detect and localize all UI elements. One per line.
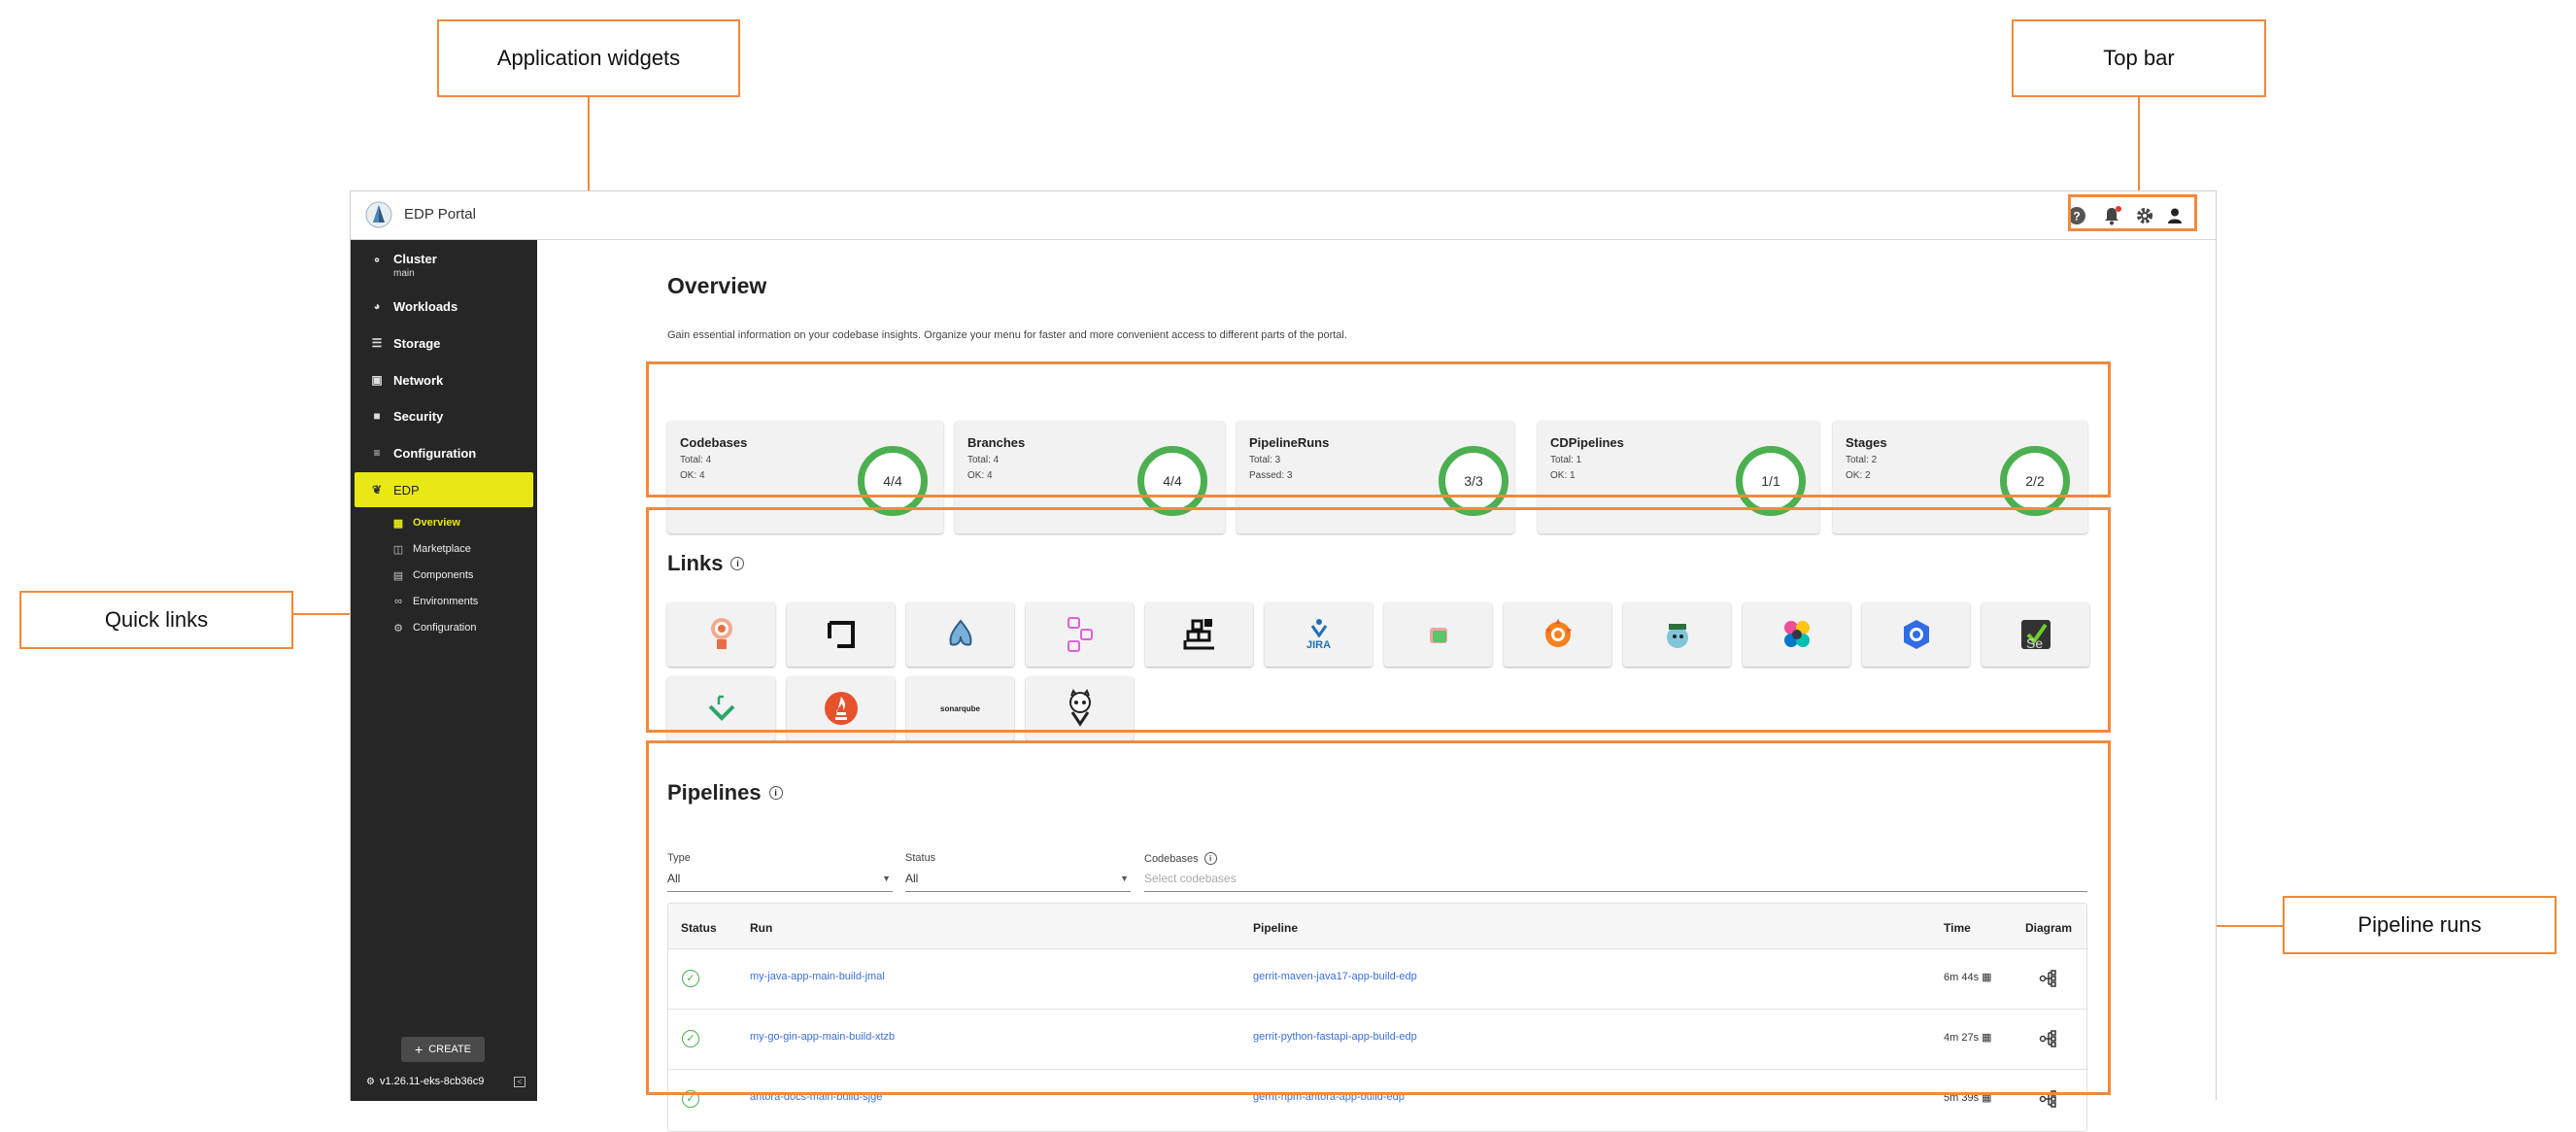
connector-line bbox=[2138, 97, 2140, 190]
highlight-application-widgets bbox=[646, 361, 2111, 497]
sidebar-subitem-configuration[interactable]: ⚙ Configuration bbox=[391, 616, 476, 639]
sidebar-item-label: EDP bbox=[393, 482, 420, 497]
sidebar-subitem-overview[interactable]: ▦ Overview bbox=[391, 511, 460, 534]
app-title: EDP Portal bbox=[404, 206, 476, 223]
app-logo-icon bbox=[365, 201, 392, 228]
sidebar-item-label: Storage bbox=[393, 335, 441, 351]
overview-icon: ▦ bbox=[392, 517, 404, 530]
settings-small-icon: ⚙ bbox=[366, 1076, 375, 1087]
sidebar-subitem-components[interactable]: ▤ Components bbox=[391, 564, 474, 587]
highlight-quick-links bbox=[646, 507, 2111, 733]
sidebar-subitem-environments[interactable]: ∞ Environments bbox=[391, 590, 478, 613]
highlight-top-bar bbox=[2068, 194, 2197, 231]
page-title: Overview bbox=[667, 273, 767, 298]
storage-icon: ☰ bbox=[371, 336, 383, 350]
sidebar-item-label: Security bbox=[393, 408, 444, 424]
top-bar: EDP Portal ? bbox=[351, 191, 2216, 240]
plus-icon: + bbox=[415, 1042, 424, 1057]
page-description: Gain essential information on your codeb… bbox=[667, 329, 1347, 341]
version-label: ⚙ v1.26.11-eks-8cb36c9 bbox=[366, 1076, 485, 1087]
cluster-icon: ⚬ bbox=[371, 254, 383, 267]
sidebar-item-security[interactable]: ■ Security bbox=[351, 398, 537, 433]
collapse-sidebar-icon[interactable]: < bbox=[514, 1077, 525, 1087]
gear-icon: ⚙ bbox=[393, 622, 403, 635]
sidebar-item-label: Cluster bbox=[393, 252, 437, 266]
sidebar-item-configuration[interactable]: ≡ Configuration bbox=[351, 435, 537, 470]
lock-icon: ■ bbox=[373, 409, 381, 423]
edp-icon: ❦ bbox=[371, 483, 383, 497]
create-button[interactable]: + CREATE bbox=[401, 1037, 485, 1062]
sidebar-item-label: Configuration bbox=[393, 445, 477, 461]
sidebar-item-label: Workloads bbox=[393, 298, 458, 314]
sidebar-item-storage[interactable]: ☰ Storage bbox=[351, 326, 537, 360]
sidebar-item-sublabel: main bbox=[393, 268, 415, 279]
sidebar-subitem-marketplace[interactable]: ◫ Marketplace bbox=[391, 537, 471, 561]
sidebar-item-workloads[interactable]: ◕ Workloads bbox=[351, 289, 537, 324]
components-icon: ▤ bbox=[392, 569, 404, 582]
sidebar-item-cluster[interactable]: ⚬ Cluster main bbox=[351, 248, 537, 287]
callout-top-bar: Top bar bbox=[2012, 19, 2266, 97]
sidebar: ⚬ Cluster main ◕ Workloads ☰ Storage ▣ N… bbox=[351, 240, 537, 1101]
network-icon: ▣ bbox=[371, 373, 383, 387]
callout-pipeline-runs: Pipeline runs bbox=[2283, 896, 2557, 954]
workloads-icon: ◕ bbox=[373, 299, 381, 313]
marketplace-icon: ◫ bbox=[392, 543, 404, 556]
sidebar-item-network[interactable]: ▣ Network bbox=[351, 362, 537, 397]
environments-icon: ∞ bbox=[394, 596, 402, 607]
sidebar-item-label: Network bbox=[393, 372, 444, 388]
callout-application-widgets: Application widgets bbox=[437, 19, 740, 97]
highlight-pipeline-runs bbox=[646, 740, 2111, 1095]
sidebar-item-edp[interactable]: ❦ EDP bbox=[355, 472, 533, 507]
configuration-icon: ≡ bbox=[373, 446, 381, 460]
callout-quick-links: Quick links bbox=[19, 591, 293, 649]
